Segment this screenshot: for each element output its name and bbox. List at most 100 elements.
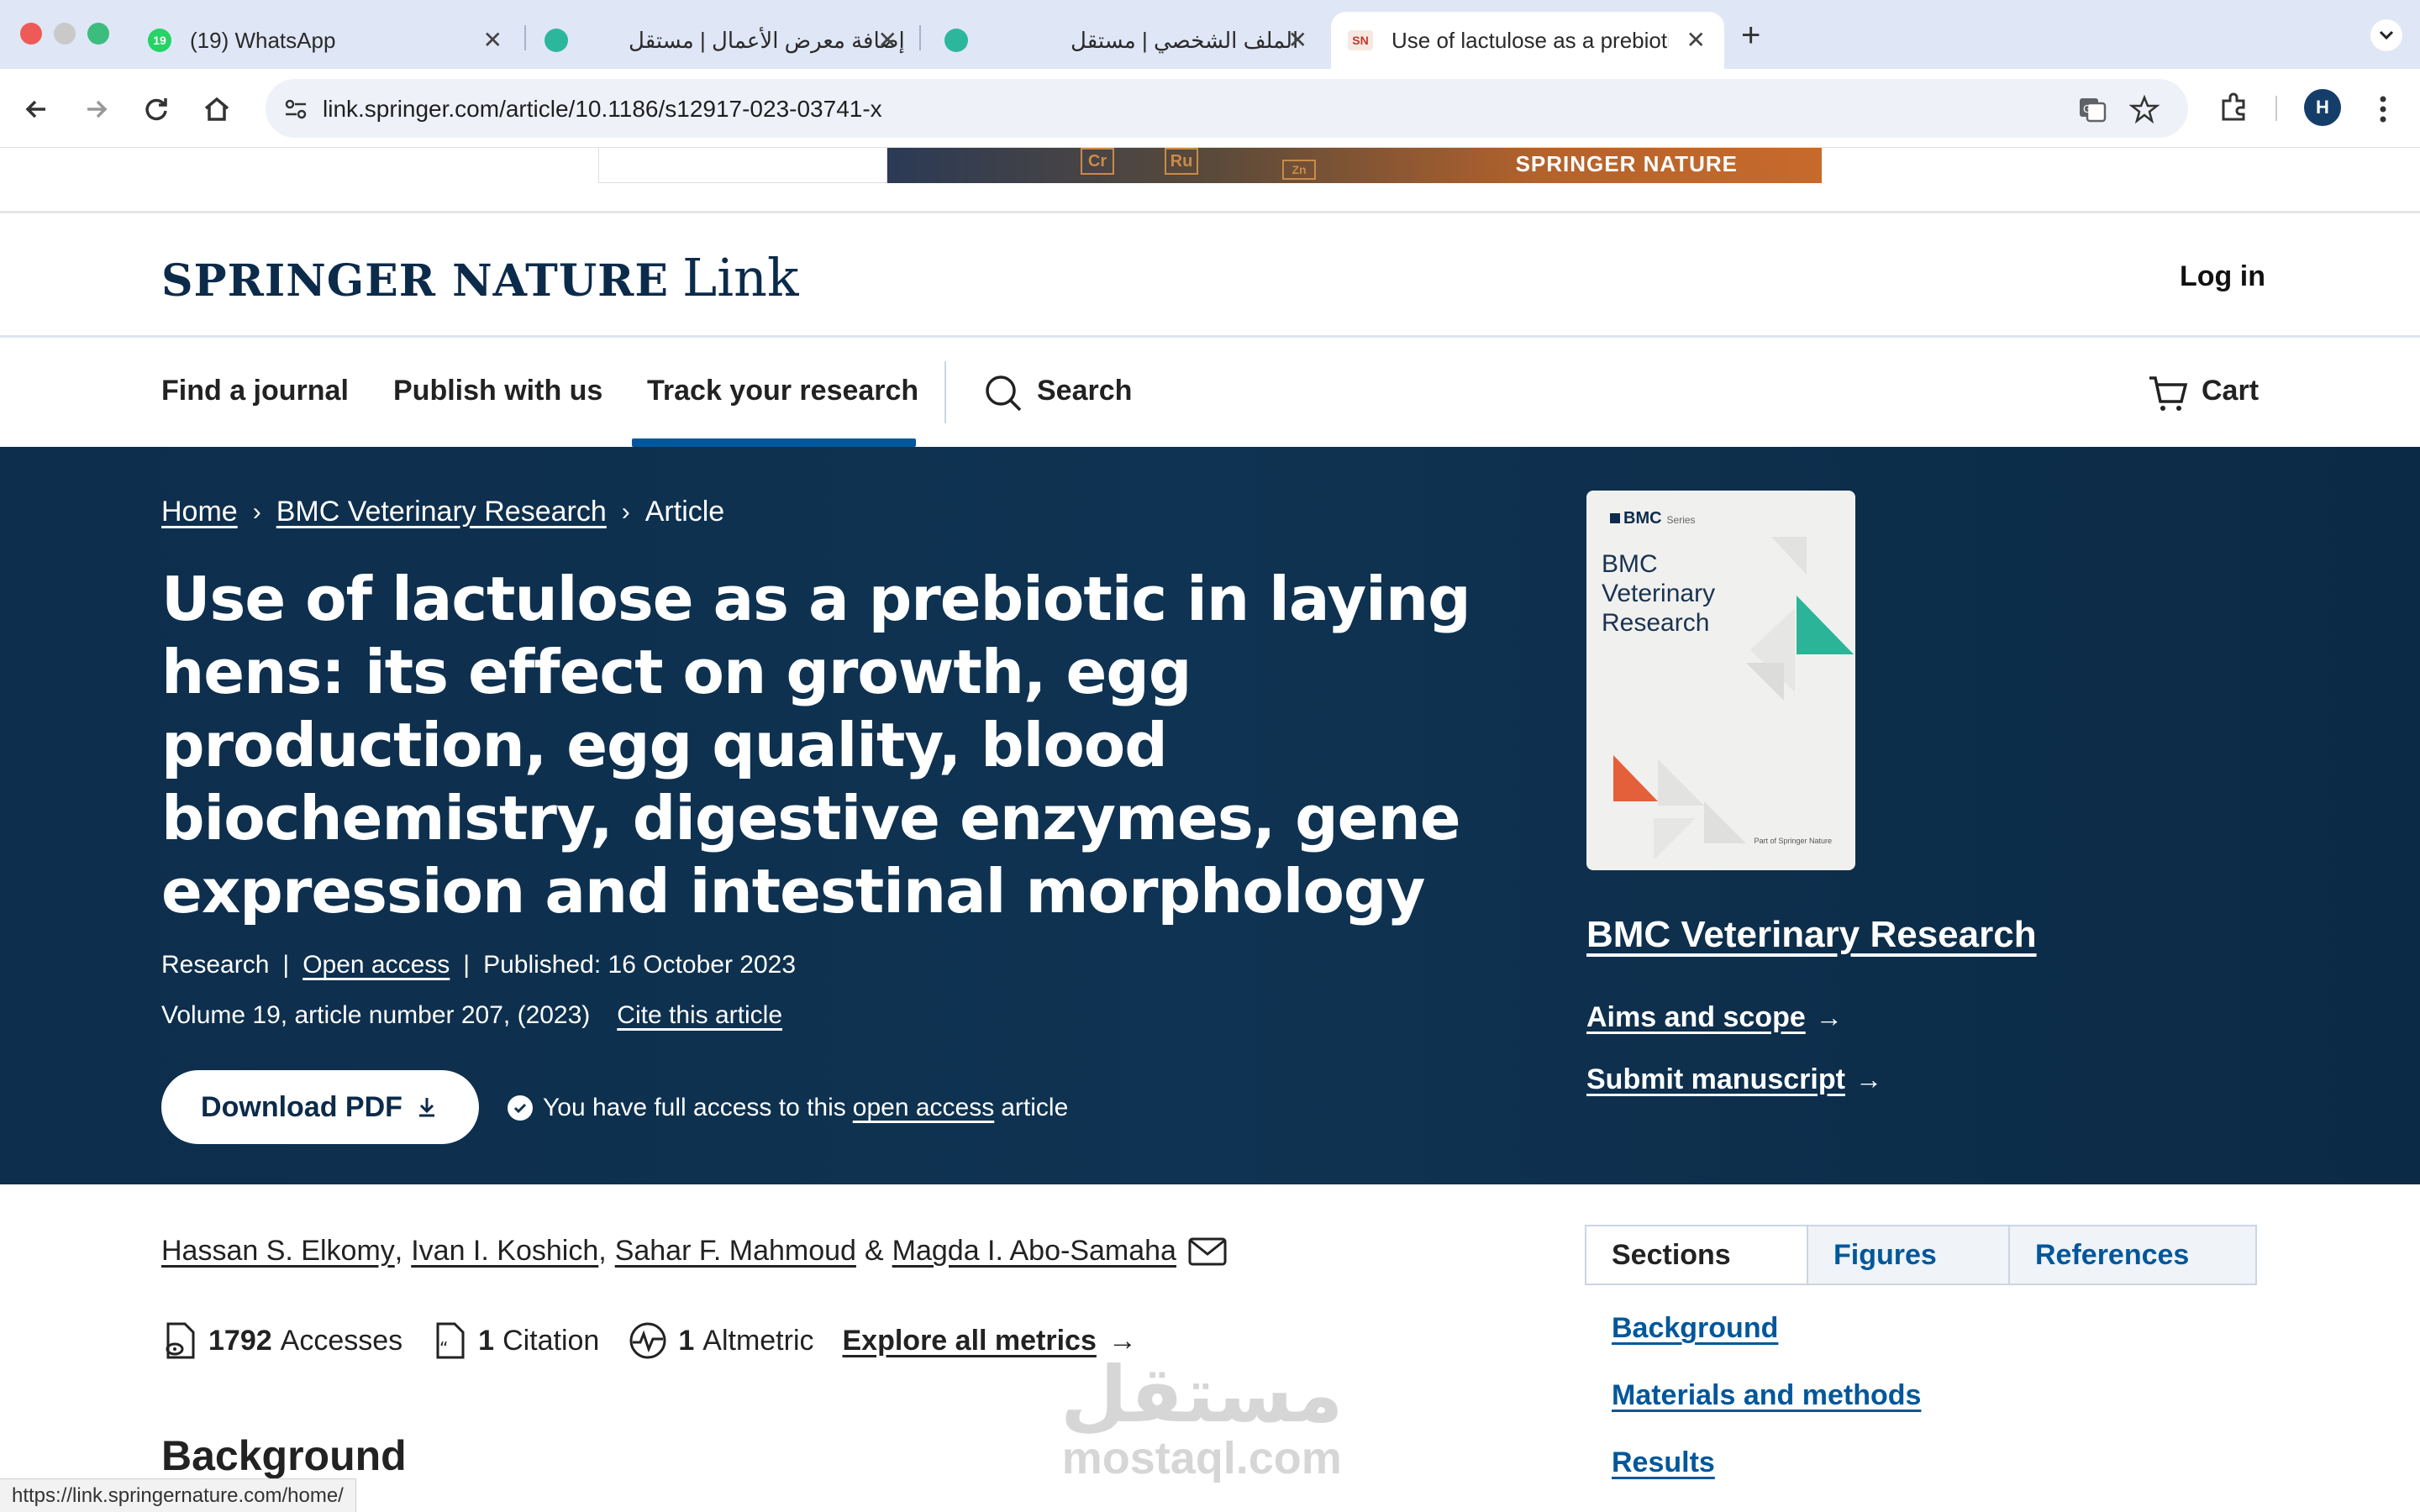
nav-divider — [944, 361, 946, 423]
aims-label: Aims and scope — [1586, 1001, 1806, 1033]
toolbar-divider — [2275, 96, 2277, 121]
breadcrumb-journal[interactable]: BMC Veterinary Research — [276, 496, 607, 528]
watermark-arabic: مستقل — [1060, 1350, 1344, 1440]
accesses-count: 1792 — [208, 1324, 272, 1357]
published-date: Published: 16 October 2023 — [483, 951, 797, 979]
new-tab-button[interactable]: + — [1741, 17, 1760, 55]
article-hero: Home › BMC Veterinary Research › Article… — [0, 447, 2420, 1184]
download-icon — [418, 1098, 434, 1117]
explore-metrics-link[interactable]: Explore all metrics — [843, 1325, 1097, 1357]
email-icon[interactable] — [1188, 1237, 1227, 1266]
tab-whatsapp[interactable]: 19 (19) WhatsApp ✕ — [134, 12, 521, 69]
bookmark-star-icon[interactable] — [2129, 94, 2160, 124]
profile-avatar[interactable]: H — [2304, 89, 2341, 126]
author-link[interactable]: Hassan S. Elkomy — [161, 1235, 395, 1268]
chevron-right-icon: › — [621, 497, 630, 526]
forward-arrow-icon[interactable] — [77, 91, 114, 128]
download-pdf-button[interactable]: Download PDF — [161, 1070, 479, 1144]
search-icon[interactable] — [983, 373, 1023, 413]
section-link-background[interactable]: Background — [1612, 1312, 1778, 1345]
brand-main: SPRINGER NATURE — [161, 255, 670, 307]
link-status-bar: https://link.springernature.com/home/ — [0, 1478, 356, 1512]
altmetric-icon — [629, 1322, 666, 1359]
tab-springer-article[interactable]: SN Use of lactulose as a prebiotic ✕ — [1331, 12, 1724, 69]
citation-count: 1 — [478, 1324, 495, 1357]
author-link[interactable]: Sahar F. Mahmoud — [615, 1235, 856, 1268]
access-text-post: article — [1001, 1094, 1069, 1121]
home-icon[interactable] — [198, 91, 235, 128]
ad-chip: Zn — [1282, 160, 1316, 180]
open-access-link[interactable]: Open access — [302, 951, 450, 979]
section-link-materials[interactable]: Materials and methods — [1612, 1379, 1921, 1412]
nav-publish-with-us[interactable]: Publish with us — [393, 375, 602, 407]
site-settings-icon[interactable] — [282, 96, 309, 123]
section-link-results[interactable]: Results — [1612, 1446, 1715, 1479]
translate-icon[interactable]: G — [2077, 94, 2107, 124]
cart-icon[interactable] — [2148, 373, 2188, 413]
ad-placeholder — [598, 148, 887, 183]
window-close-button[interactable] — [20, 23, 42, 45]
main-navigation: Find a journal Publish with us Track you… — [0, 338, 2420, 447]
submit-manuscript-link[interactable]: Submit manuscript → — [1586, 1063, 1882, 1096]
watermark-latin: mostaql.com — [1061, 1433, 1342, 1483]
tab-sections[interactable]: Sections — [1586, 1226, 1807, 1284]
volume-info: Volume 19, article number 207, (2023) — [161, 1001, 591, 1029]
author-separator: , — [394, 1235, 403, 1267]
tab-search-chevron-icon[interactable] — [2370, 18, 2403, 52]
arrow-right-icon: → — [1854, 1064, 1882, 1095]
cite-article-link[interactable]: Cite this article — [617, 1001, 782, 1030]
tab-mostaql-profile[interactable]: الملف الشخصي | مستقل ✕ — [924, 12, 1326, 69]
reload-icon[interactable] — [138, 91, 175, 128]
window-minimize-button[interactable] — [54, 23, 76, 45]
meta-separator: | — [282, 951, 290, 979]
journal-cover[interactable]: BMC Series BMC Veterinary Research Part o… — [1586, 491, 1855, 870]
address-bar[interactable]: link.springer.com/article/10.1186/s12917… — [266, 79, 2188, 138]
tab-figures[interactable]: Figures — [1807, 1226, 2008, 1284]
close-icon[interactable]: ✕ — [483, 29, 502, 52]
citation-icon: “ — [436, 1322, 465, 1359]
article-meta: Research | Open access | Published: 16 O… — [161, 951, 796, 979]
meta-separator: | — [463, 951, 471, 979]
accesses-metric: 1792 Accesses — [161, 1320, 402, 1361]
nav-track-research[interactable]: Track your research — [647, 375, 918, 407]
site-header: SPRINGER NATURE Link Log in — [0, 213, 2420, 338]
accesses-icon — [166, 1322, 195, 1359]
tab-mostaql-portfolio[interactable]: إضافة معرض الأعمال | مستقل ✕ — [529, 12, 916, 69]
cover-triangles-decoration — [1613, 537, 1854, 860]
altmetric-label: Altmetric — [702, 1324, 814, 1357]
aims-and-scope-link[interactable]: Aims and scope → — [1586, 1001, 1843, 1034]
citation-metric: “ 1 Citation — [431, 1320, 599, 1361]
svg-text:“: “ — [439, 1338, 448, 1358]
nav-cart[interactable]: Cart — [2202, 375, 2259, 407]
access-notice: You have full access to this open access… — [508, 1094, 1068, 1122]
author-link[interactable]: Ivan I. Koshich — [411, 1235, 598, 1268]
springer-nature-icon: SN — [1348, 30, 1373, 50]
window-maximize-button[interactable] — [87, 23, 109, 45]
svg-text:G: G — [2083, 103, 2091, 115]
nav-search[interactable]: Search — [1037, 375, 1132, 407]
article-citation-meta: Volume 19, article number 207, (2023) Ci… — [161, 1001, 782, 1030]
extensions-puzzle-icon[interactable] — [2215, 89, 2252, 126]
login-link[interactable]: Log in — [2180, 260, 2265, 293]
springer-nature-link-logo[interactable]: SPRINGER NATURE Link — [161, 247, 799, 308]
tab-references[interactable]: References — [2008, 1226, 2255, 1284]
access-open-access-link[interactable]: open access — [853, 1094, 994, 1122]
tab-title: الملف الشخصي | مستقل — [1071, 27, 1299, 53]
nav-find-journal[interactable]: Find a journal — [161, 375, 349, 407]
citation-label: Citation — [502, 1324, 600, 1357]
access-text-pre: You have full access to this — [543, 1094, 846, 1121]
sidebar-tabs: Sections Figures References — [1585, 1225, 2257, 1285]
accesses-label: Accesses — [280, 1324, 403, 1357]
author-ampersand: & — [864, 1235, 884, 1267]
journal-name-link[interactable]: BMC Veterinary Research — [1586, 914, 2037, 956]
breadcrumb-home[interactable]: Home — [161, 496, 238, 528]
more-menu-icon[interactable] — [2368, 91, 2398, 128]
author-link[interactable]: Magda I. Abo-Samaha — [892, 1235, 1176, 1268]
close-icon[interactable]: ✕ — [878, 29, 897, 52]
close-icon[interactable]: ✕ — [1686, 29, 1706, 52]
author-separator: , — [598, 1235, 607, 1267]
ad-banner[interactable]: Cr Ru Zn SPRINGER NATURE — [887, 148, 1822, 183]
close-icon[interactable]: ✕ — [1288, 29, 1307, 52]
tab-divider — [919, 25, 921, 50]
back-arrow-icon[interactable] — [18, 91, 55, 128]
